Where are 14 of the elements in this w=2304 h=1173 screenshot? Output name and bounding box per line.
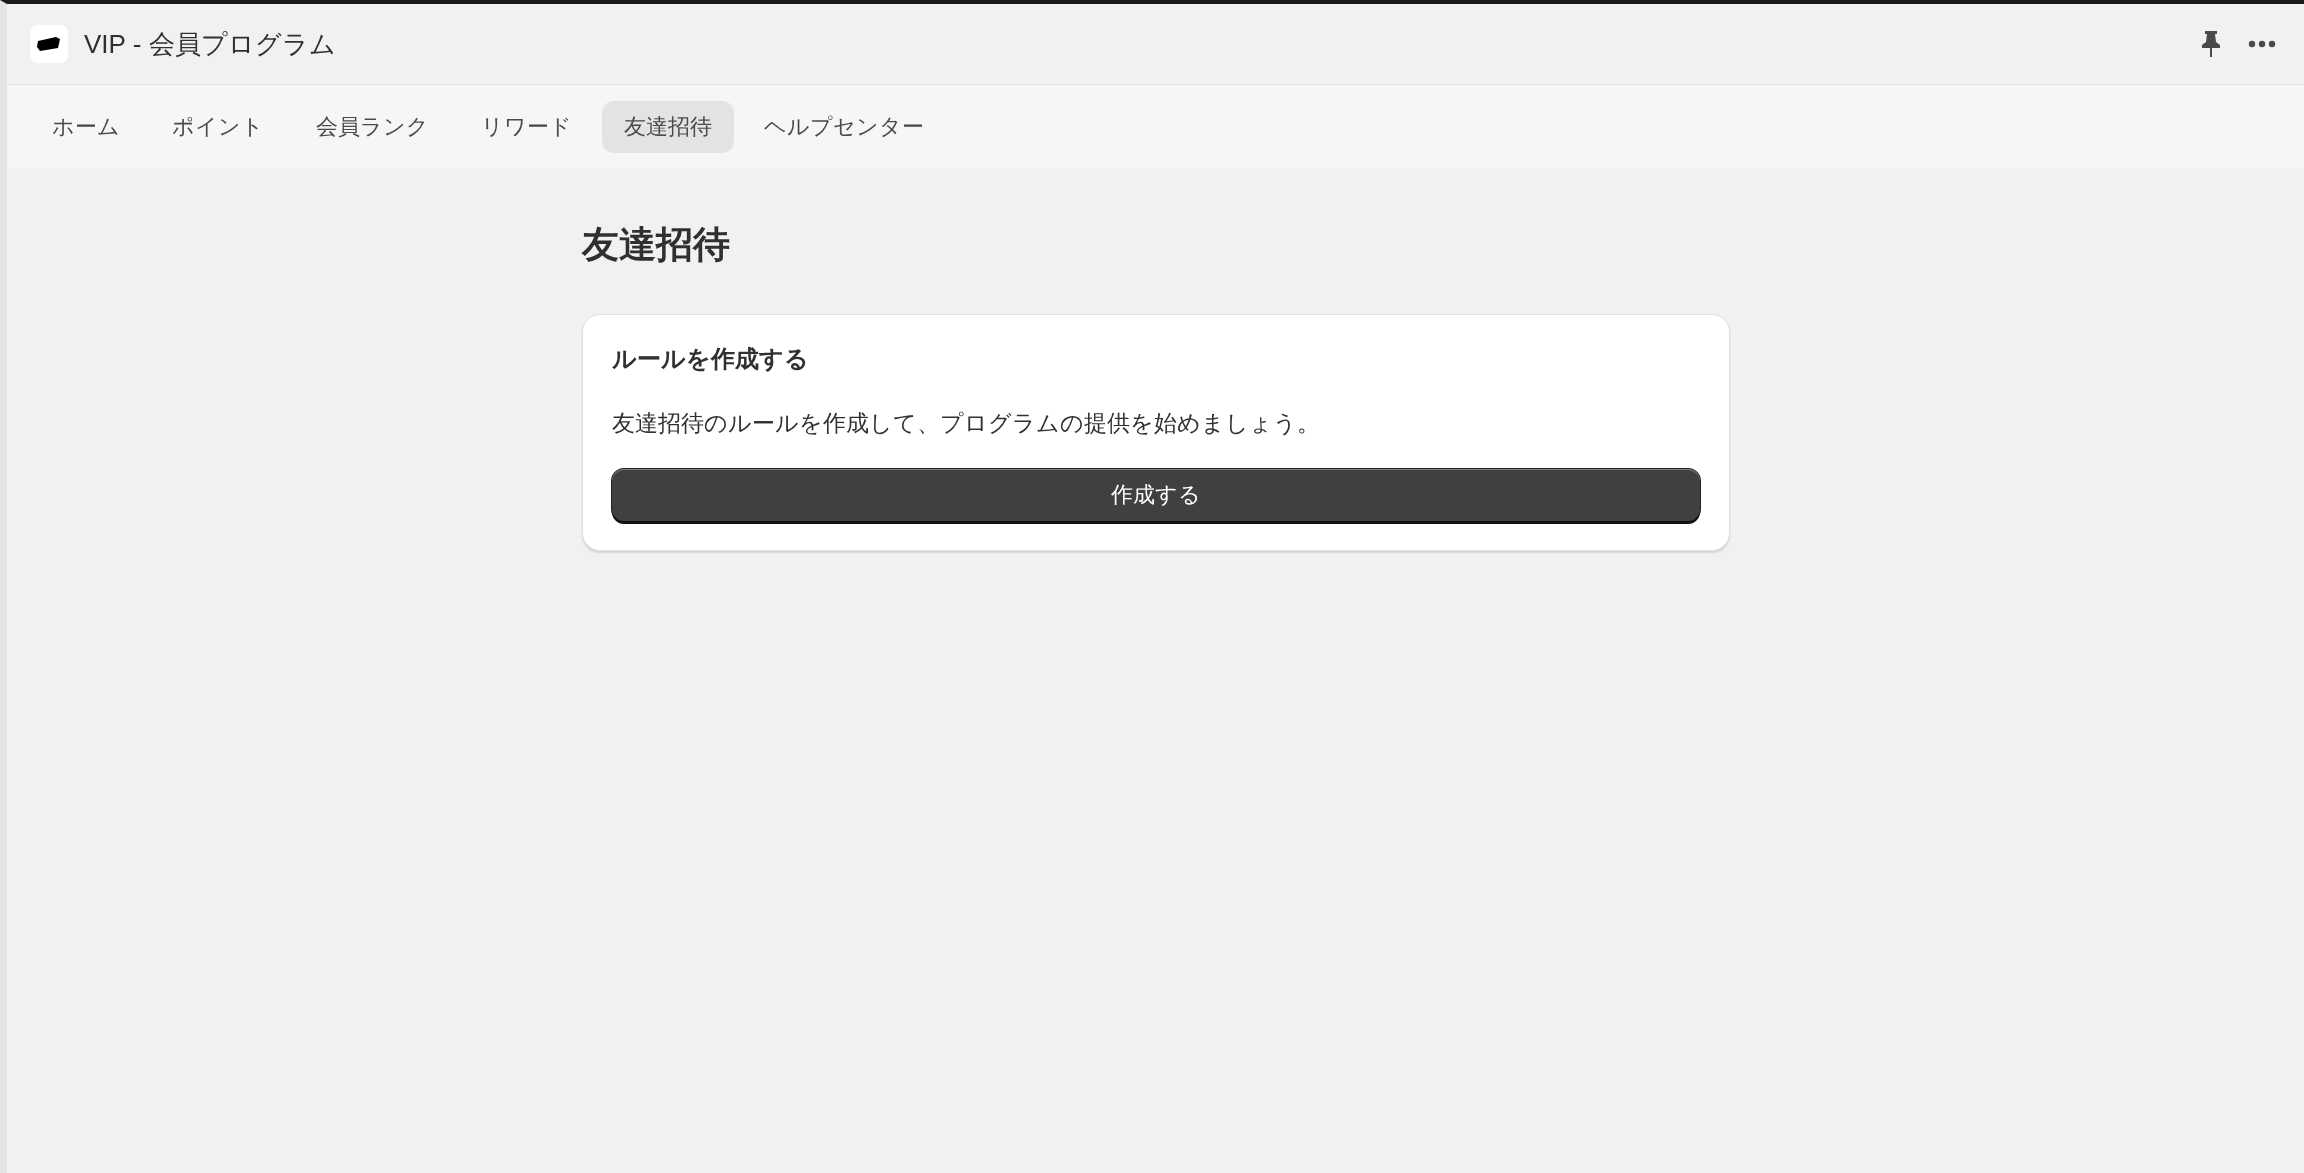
more-icon [2248,40,2276,48]
card-title: ルールを作成する [611,344,810,374]
create-button[interactable]: 作成する [611,469,1700,521]
card-description: 友達招待のルールを作成して、プログラムの提供を始めましょう。 [611,409,1321,438]
nav-tab[interactable]: ホーム [30,100,142,153]
nav-tab[interactable]: 会員ランク [294,100,451,153]
page-title: 友達招待 [581,223,731,267]
nav-tab[interactable]: リワード [459,100,594,153]
logo-icon [36,35,62,53]
nav-tab[interactable]: ヘルプセンター [742,100,946,153]
window-title: VIP - 会員プログラム [84,27,336,61]
pin-icon [2200,30,2222,58]
nav-tab[interactable]: ポイント [150,100,286,153]
nav-tab[interactable]: 友達招待 [602,100,734,153]
